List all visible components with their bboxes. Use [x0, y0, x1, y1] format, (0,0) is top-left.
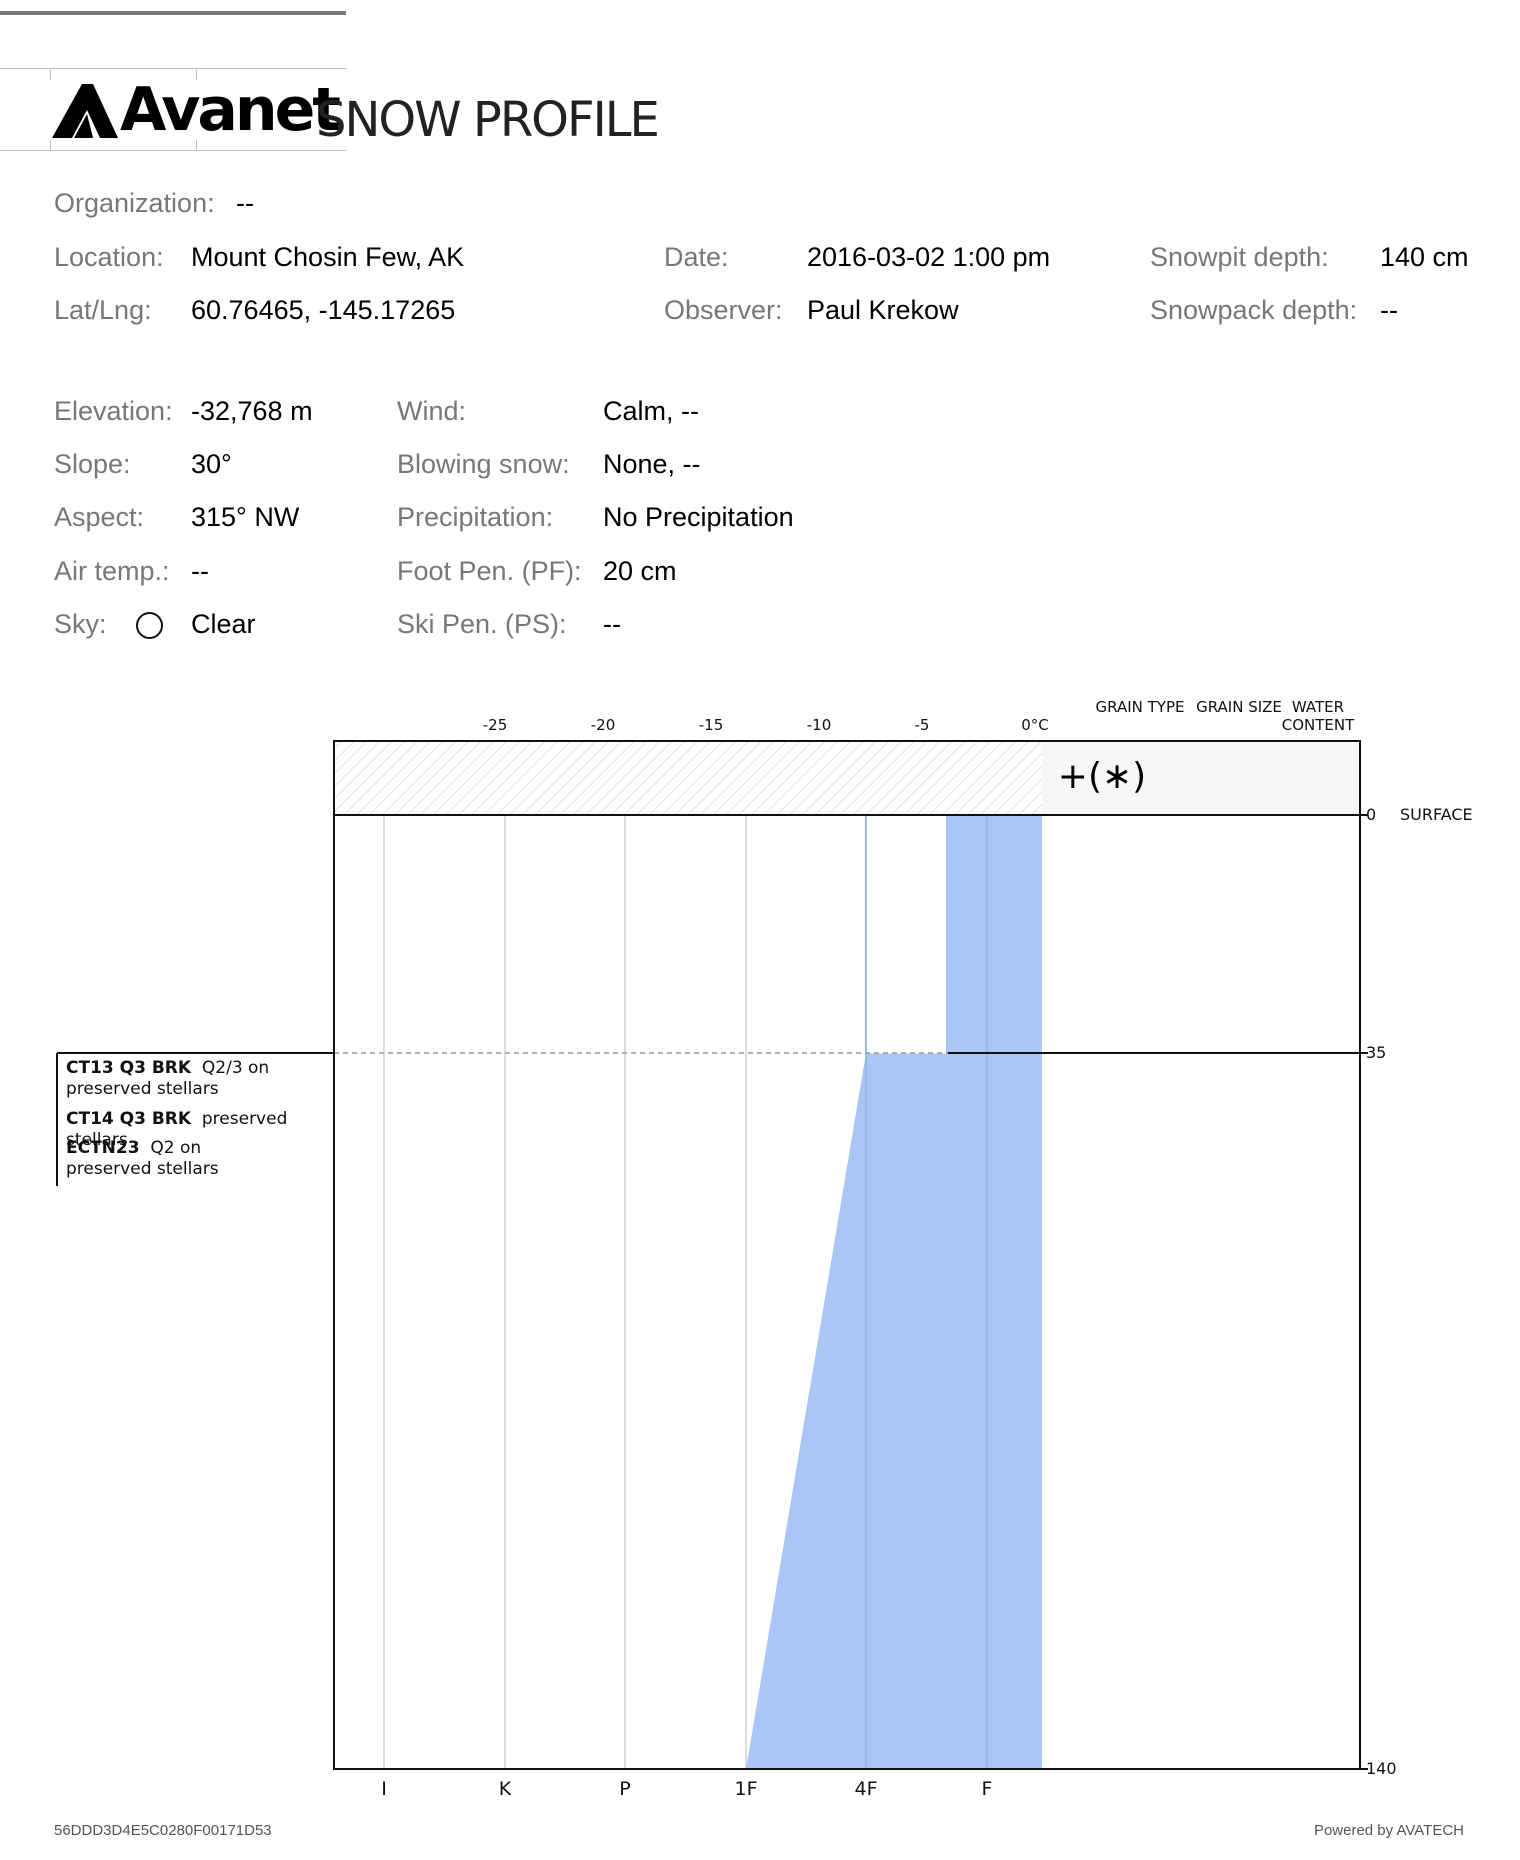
test-code: ECTN23	[66, 1138, 140, 1158]
snow-profile-chart	[56, 740, 1368, 1770]
depth-label-35: 35	[1366, 1043, 1387, 1062]
stability-test: ECTN23 Q2 on preserved stellars	[66, 1138, 266, 1180]
depth-label-surface: 0	[1366, 805, 1377, 824]
hardness-tick: 4F	[854, 1778, 878, 1800]
hardness-tick: K	[498, 1778, 512, 1800]
stability-test: CT13 Q3 BRK Q2/3 on preserved stellars	[66, 1058, 336, 1100]
powered-by: Powered by AVATECH	[1313, 1822, 1464, 1839]
depth-label-bottom: 140	[1366, 1759, 1397, 1778]
hardness-tick: P	[619, 1778, 631, 1800]
snow-layer	[946, 815, 1042, 1054]
grain-type-symbol: +(∗)	[1057, 756, 1147, 797]
hardness-tick: 1F	[734, 1778, 758, 1800]
hardness-layers	[746, 815, 1042, 1769]
test-code: CT14 Q3 BRK	[66, 1109, 192, 1129]
hardness-tick: F	[981, 1778, 993, 1800]
test-code: CT13 Q3 BRK	[66, 1058, 192, 1078]
surface-label: SURFACE	[1400, 805, 1473, 824]
air-temp-hatch	[334, 741, 1042, 815]
profile-id: 56DDD3D4E5C0280F00171D53	[54, 1822, 272, 1839]
hardness-tick: I	[381, 1778, 387, 1800]
snow-layer	[746, 1053, 1042, 1769]
